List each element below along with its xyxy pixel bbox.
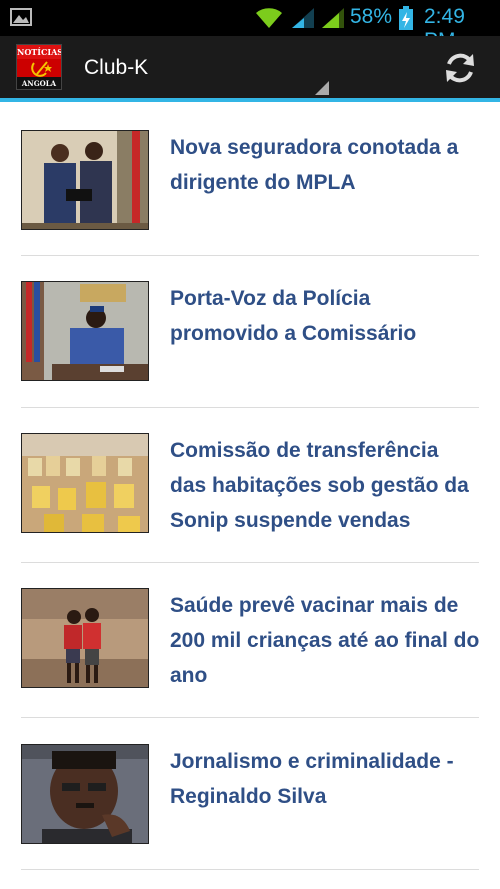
angola-emblem [17,59,61,77]
app-logo[interactable]: NOTÍCIAS ANGOLA [16,44,62,90]
news-headline[interactable]: Jornalismo e criminalidade - Reginaldo S… [170,744,480,814]
action-bar-underline [0,98,500,102]
status-bar: 58% 2:49 PM [0,0,500,52]
news-thumbnail[interactable] [21,433,149,533]
wifi-icon [256,8,282,28]
news-headline[interactable]: Comissão de transferência das habitações… [170,433,480,538]
app-title[interactable]: Club-K [84,56,148,80]
list-divider [21,717,479,718]
news-thumbnail[interactable] [21,130,149,230]
action-bar: NOTÍCIAS ANGOLA Club-K [0,36,500,98]
news-headline[interactable]: Saúde prevê vacinar mais de 200 mil cria… [170,588,480,693]
list-divider [21,255,479,256]
news-thumbnail[interactable] [21,744,149,844]
news-headline[interactable]: Porta-Voz da Polícia promovido a Comissá… [170,281,480,351]
list-divider [21,562,479,563]
signal-icon [292,8,314,28]
logo-top-text: NOTÍCIAS [17,45,62,59]
news-thumbnail[interactable] [21,588,149,688]
battery-charging-icon [399,6,413,30]
spinner-dropdown-indicator[interactable] [315,81,329,95]
list-divider [21,407,479,408]
list-divider [21,869,479,870]
gallery-icon [10,8,32,26]
news-headline[interactable]: Nova seguradora conotada a dirigente do … [170,130,480,200]
battery-percent: 58% [350,5,393,28]
news-thumbnail[interactable] [21,281,149,381]
clock-time: 2:49 [424,5,465,28]
logo-bottom-text: ANGOLA [17,77,61,89]
refresh-icon[interactable] [442,50,478,86]
signal-icon [322,8,344,28]
